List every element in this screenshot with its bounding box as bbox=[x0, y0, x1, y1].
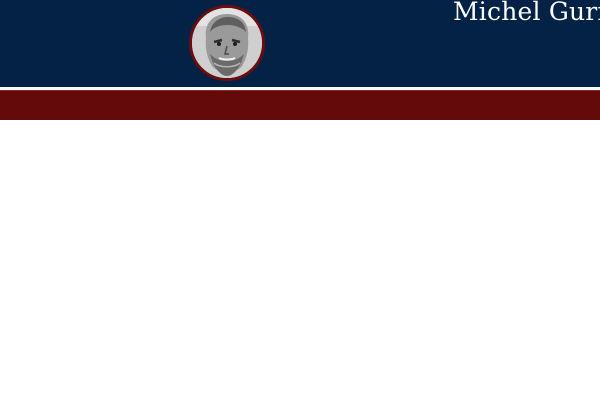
main-content bbox=[0, 120, 600, 400]
page: Michel Gurfinkiel bbox=[0, 0, 600, 400]
main-navigation-bar bbox=[0, 90, 600, 120]
site-title[interactable]: Michel Gurfinkiel bbox=[453, 0, 600, 27]
site-header: Michel Gurfinkiel bbox=[0, 0, 600, 87]
author-avatar-link[interactable] bbox=[189, 5, 265, 81]
portrait-photo-icon bbox=[192, 8, 262, 78]
